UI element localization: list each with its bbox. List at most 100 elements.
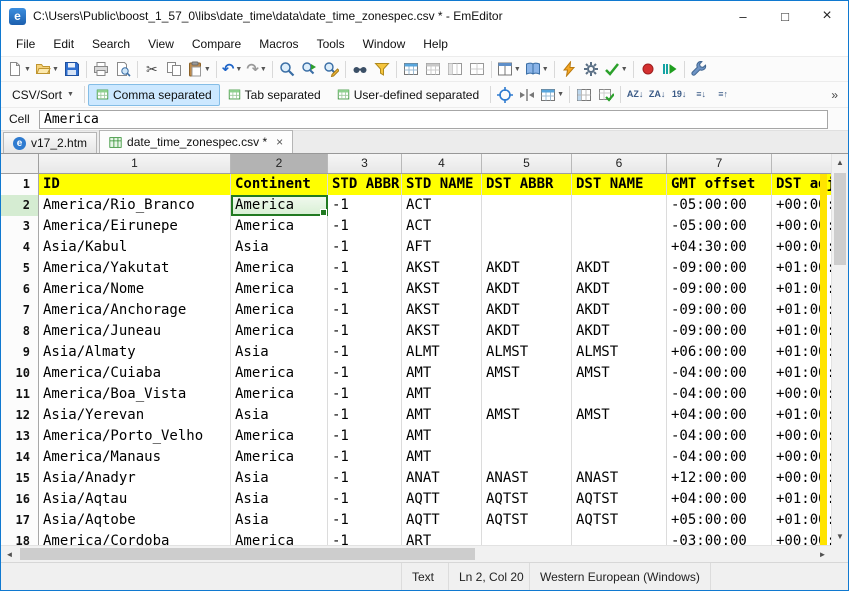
csv-sort-menu-button[interactable]: CSV/Sort ▼	[5, 84, 81, 106]
row-number[interactable]: 14	[1, 447, 39, 468]
csv-cell[interactable]: -04:00:00	[667, 426, 772, 447]
csv-cell[interactable]: America/Anchorage	[39, 300, 231, 321]
csv-cell[interactable]: -1	[328, 384, 402, 405]
menu-tools[interactable]: Tools	[308, 33, 354, 55]
csv-cell[interactable]: -04:00:00	[667, 363, 772, 384]
row-number[interactable]: 12	[1, 405, 39, 426]
row-number[interactable]: 9	[1, 342, 39, 363]
sort-descending-button[interactable]: ZA↓	[646, 84, 668, 106]
csv-cell[interactable]: +05:00:00	[667, 510, 772, 531]
row-number[interactable]: 3	[1, 216, 39, 237]
csv-cell[interactable]: AKST	[402, 279, 482, 300]
csv-cell[interactable]: -05:00:00	[667, 216, 772, 237]
menu-help[interactable]: Help	[414, 33, 457, 55]
csv-cell[interactable]: AQTST	[482, 489, 572, 510]
find-next-button[interactable]	[298, 58, 320, 80]
redo-button[interactable]: ↷ ▼	[244, 58, 269, 80]
csv-cell[interactable]: AMT	[402, 426, 482, 447]
customize-button[interactable]	[688, 58, 710, 80]
csv-cell[interactable]: AKDT	[482, 279, 572, 300]
dropdown-icon[interactable]: ▼	[260, 66, 267, 73]
csv-cell[interactable]: AKDT	[572, 279, 667, 300]
find-button[interactable]	[276, 58, 298, 80]
csv-cell[interactable]: -1	[328, 237, 402, 258]
csv-cell[interactable]: AKDT	[572, 300, 667, 321]
csv-cell[interactable]: -1	[328, 279, 402, 300]
csv-cell[interactable]: Asia	[231, 510, 328, 531]
csv-cell[interactable]: Asia/Anadyr	[39, 468, 231, 489]
csv-header-cell[interactable]: DST ABBR	[482, 174, 572, 195]
toolbar-overflow-button[interactable]: »	[825, 88, 844, 102]
csv-cell[interactable]: AMT	[402, 447, 482, 468]
csv-cell[interactable]: -1	[328, 489, 402, 510]
sort-ascending-button[interactable]: AZ↓	[624, 84, 646, 106]
status-cursor-position[interactable]: Ln 2, Col 20	[448, 563, 534, 590]
csv-cell[interactable]: AMST	[572, 363, 667, 384]
dropdown-icon[interactable]: ▼	[52, 66, 59, 73]
grid-corner[interactable]	[1, 154, 39, 173]
column-header-2[interactable]: 2	[231, 154, 328, 173]
minimize-button[interactable]: –	[722, 1, 764, 31]
csv-cell[interactable]: +06:00:00	[667, 342, 772, 363]
csv-cell[interactable]: Asia/Aqtobe	[39, 510, 231, 531]
csv-cell[interactable]	[482, 426, 572, 447]
new-file-button[interactable]: ▼	[5, 58, 33, 80]
row-number[interactable]: 2	[1, 195, 39, 216]
column-options-button[interactable]: ▼	[538, 84, 566, 106]
csv-cell[interactable]: -1	[328, 321, 402, 342]
csv-header-cell[interactable]: STD ABBR	[328, 174, 402, 195]
csv-cell[interactable]: Asia/Aqtau	[39, 489, 231, 510]
menu-edit[interactable]: Edit	[44, 33, 83, 55]
dropdown-icon[interactable]: ▼	[557, 91, 564, 98]
csv-cell[interactable]: ALMST	[482, 342, 572, 363]
menu-window[interactable]: Window	[354, 33, 415, 55]
csv-cell[interactable]	[482, 237, 572, 258]
csv-cell[interactable]: -1	[328, 531, 402, 545]
user-defined-separated-button[interactable]: User-defined separated	[329, 84, 487, 106]
validate-table-button[interactable]	[595, 84, 617, 106]
save-button[interactable]	[61, 58, 83, 80]
copy-button[interactable]	[163, 58, 185, 80]
column-header-7[interactable]: 7	[667, 154, 772, 173]
csv-cell[interactable]: -1	[328, 363, 402, 384]
tab-v17-2-htm[interactable]: e v17_2.htm	[3, 132, 97, 153]
csv-cell[interactable]: -1	[328, 447, 402, 468]
menu-view[interactable]: View	[139, 33, 183, 55]
csv-cell[interactable]: -1	[328, 216, 402, 237]
find-in-files-button[interactable]	[349, 58, 371, 80]
csv-cell[interactable]: ACT	[402, 216, 482, 237]
csv-cell[interactable]: AKDT	[482, 300, 572, 321]
menu-compare[interactable]: Compare	[183, 33, 250, 55]
table-columns-button[interactable]	[444, 58, 466, 80]
csv-cell[interactable]: America	[231, 321, 328, 342]
csv-cell[interactable]: AQTST	[572, 510, 667, 531]
plugin-validate-button[interactable]: ▼	[602, 58, 630, 80]
dropdown-icon[interactable]: ▼	[621, 66, 628, 73]
csv-cell[interactable]: America/Yakutat	[39, 258, 231, 279]
csv-cell[interactable]: Asia	[231, 342, 328, 363]
record-macro-button[interactable]	[637, 58, 659, 80]
dropdown-icon[interactable]: ▼	[514, 66, 521, 73]
csv-cell[interactable]: AQTST	[572, 489, 667, 510]
csv-cell[interactable]: America	[231, 279, 328, 300]
csv-cell[interactable]: -09:00:00	[667, 258, 772, 279]
row-number[interactable]: 4	[1, 237, 39, 258]
vertical-scrollbar[interactable]: ▲ ▼	[831, 154, 848, 545]
csv-cell[interactable]	[482, 195, 572, 216]
csv-cell[interactable]: -1	[328, 468, 402, 489]
row-number[interactable]: 11	[1, 384, 39, 405]
row-number[interactable]: 16	[1, 489, 39, 510]
csv-cell[interactable]: -04:00:00	[667, 447, 772, 468]
csv-cell[interactable]: AQTT	[402, 489, 482, 510]
csv-cell[interactable]: -1	[328, 405, 402, 426]
csv-cell[interactable]: AKDT	[482, 321, 572, 342]
horizontal-scrollbar[interactable]: ◄ ►	[1, 545, 831, 562]
csv-cell[interactable]: America/Eirunepe	[39, 216, 231, 237]
csv-cell[interactable]: -1	[328, 342, 402, 363]
csv-cell[interactable]: Asia	[231, 468, 328, 489]
sort-shortest-button[interactable]: ≡↓	[690, 84, 712, 106]
csv-cell[interactable]	[572, 237, 667, 258]
row-number[interactable]: 17	[1, 510, 39, 531]
csv-cell[interactable]: America/Juneau	[39, 321, 231, 342]
csv-cell[interactable]: +04:00:00	[667, 489, 772, 510]
